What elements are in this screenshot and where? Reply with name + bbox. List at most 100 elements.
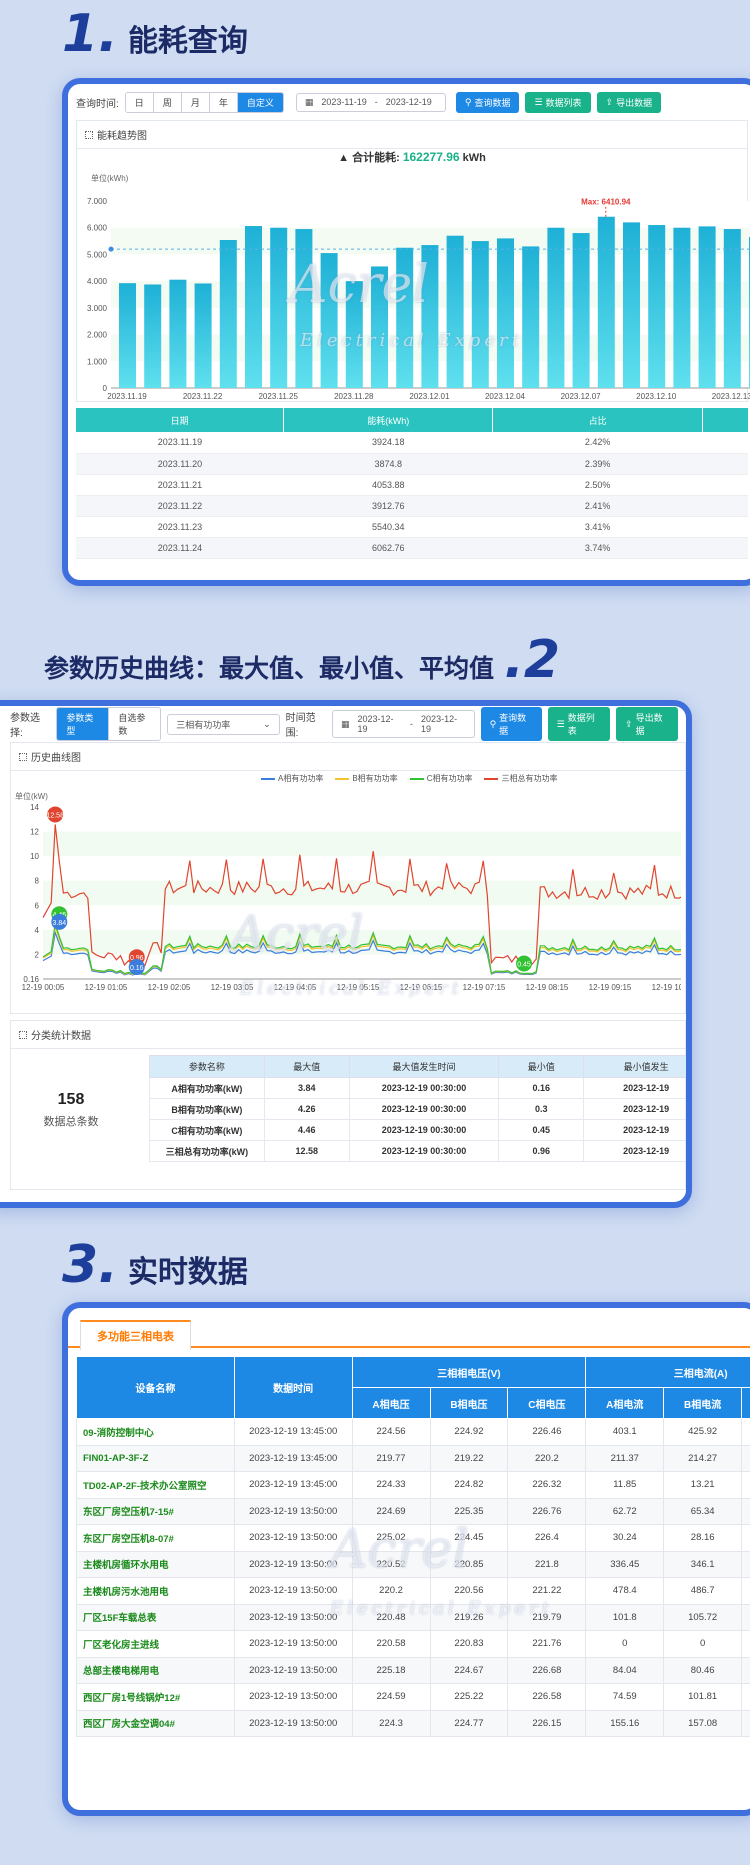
table-cell: 478.4 — [585, 1577, 665, 1605]
table-cell: 西区厂房1号线锅炉12# — [76, 1683, 235, 1711]
y-tick-label: 5.000 — [87, 250, 108, 259]
custom-param-tab[interactable]: 自选参数 — [109, 708, 161, 740]
energy-bar — [194, 283, 212, 388]
realtime-table-row: 东区厂房空压机7-15# 2023-12-19 13:50:00 224.69 225… — [76, 1497, 750, 1525]
table-cell: 220.85 — [429, 1550, 509, 1578]
energy-table-row: 2023.11.22 3912.76 2.41% — [76, 495, 748, 517]
history-legend: A相有功功率 B相有功功率 C相有功功率 三相总有功功率 — [261, 773, 557, 784]
table-cell: 2023-12-19 00:30:00 — [348, 1119, 500, 1141]
table-cell: 主楼机房循环水用电 — [76, 1550, 235, 1578]
energy-bar — [698, 226, 716, 388]
period-week[interactable]: 周 — [153, 92, 182, 112]
table-cell: 09-消防控制中心 — [76, 1418, 235, 1446]
table-cell: 2.39% — [492, 453, 703, 475]
energy-trend-title-text: 能耗趋势图 — [97, 131, 147, 142]
history-list-button[interactable]: ☰ 数据列表 — [547, 707, 611, 741]
col-voltage-group: 三相相电压(V) — [351, 1356, 587, 1388]
table-cell: 西区厂房大金空调04# — [76, 1709, 235, 1737]
table-cell: 220.2 — [351, 1577, 431, 1605]
table-cell: 3.41% — [492, 516, 703, 538]
period-year[interactable]: 年 — [209, 92, 238, 112]
export-button[interactable]: ⇪ 导出数据 — [596, 91, 662, 113]
table-cell: 225.35 — [429, 1497, 509, 1525]
average-marker — [108, 246, 114, 252]
table-cell: 2023-12-19 13:50:00 — [233, 1709, 353, 1737]
table-cell: 30.24 — [585, 1524, 665, 1552]
table-cell: 2023.11.19 — [76, 432, 284, 454]
export-icon: ⇪ — [605, 96, 614, 107]
legend-item[interactable]: 三相总有功功率 — [484, 773, 557, 784]
y-tick-label: 4.000 — [87, 277, 108, 286]
period-day[interactable]: 日 — [125, 92, 154, 112]
table-cell — [702, 432, 748, 454]
table-cell: 2023-12-19 00:30:00 — [348, 1077, 500, 1099]
legend-item[interactable]: C相有功功率 — [409, 773, 472, 784]
table-cell: 2.50% — [492, 474, 703, 496]
table-cell: 11.85 — [585, 1471, 665, 1499]
table-cell: 3.74% — [492, 537, 703, 559]
pin-label: 12.58 — [46, 812, 64, 819]
export-icon: ⇪ — [625, 718, 633, 729]
table-cell — [741, 1550, 750, 1578]
realtime-table-row: 总部主楼电梯用电 2023-12-19 13:50:00 225.18 224.67 2… — [76, 1656, 750, 1684]
date-end: 2023-12-19 — [385, 97, 432, 107]
table-cell: 2.42% — [492, 432, 703, 454]
chart-icon: ▲ — [338, 152, 350, 164]
stats-title: 分类统计数据 — [11, 1021, 685, 1049]
realtime-table-row: 东区厂房空压机8-07# 2023-12-19 13:50:00 225.02 224… — [76, 1524, 750, 1552]
data-count-value: 158 — [57, 1091, 85, 1108]
table-cell: 219.77 — [351, 1444, 431, 1472]
energy-bar — [597, 216, 615, 388]
energy-bar — [623, 222, 640, 388]
table-cell: 0.45 — [498, 1119, 585, 1141]
grid-icon — [19, 1030, 27, 1039]
table-cell: 224.59 — [351, 1683, 431, 1711]
history-query-button[interactable]: ⚲ 查询数据 — [480, 707, 542, 741]
grid-band — [43, 856, 681, 881]
history-export-button[interactable]: ⇪ 导出数据 — [616, 707, 678, 741]
legend-item[interactable]: A相有功功率 — [261, 773, 323, 784]
stats-col-min-time: 最小值发生 — [583, 1055, 686, 1078]
energy-table: 日期 能耗(kWh) 占比 2023.11.19 3924.18 2.42% 2023… — [76, 408, 748, 559]
table-cell: 220.83 — [429, 1630, 509, 1658]
data-list-button[interactable]: ☰ 数据列表 — [525, 91, 591, 113]
param-type-selector: 参数类型 自选参数 — [56, 707, 162, 741]
query-button-label: 查询数据 — [474, 97, 511, 108]
energy-bar — [345, 281, 363, 388]
param-select[interactable]: 三相有功功率 ⌄ — [167, 713, 280, 735]
table-cell: 221.8 — [507, 1550, 587, 1578]
x-tick-label: 2023.11.19 — [107, 392, 147, 401]
table-cell: 221.76 — [507, 1630, 587, 1658]
legend-item[interactable]: B相有功功率 — [335, 773, 398, 784]
table-cell: 157.08 — [663, 1709, 743, 1737]
query-button[interactable]: ⚲ 查询数据 — [455, 91, 520, 113]
table-cell: 220.2 — [507, 1444, 587, 1472]
table-cell: 224.69 — [351, 1497, 431, 1525]
stats-table-row: B相有功功率(kW) 4.26 2023-12-19 00:30:00 0.3 2023… — [149, 1098, 686, 1120]
table-cell — [741, 1656, 750, 1684]
x-tick-label: 2023.11.28 — [334, 392, 374, 401]
param-type-tab[interactable]: 参数类型 — [57, 708, 110, 740]
y-tick-label: 12 — [30, 828, 39, 837]
period-custom[interactable]: 自定义 — [237, 92, 283, 112]
y-tick-label: 2 — [35, 950, 40, 959]
y-tick-label: 14 — [30, 803, 39, 812]
tab-multifunction-meter[interactable]: 多功能三相电表 — [80, 1320, 191, 1350]
table-cell: 224.67 — [429, 1656, 509, 1684]
pin-label: 0.16 — [130, 965, 144, 972]
x-tick-label: 2023.12.13 — [712, 392, 750, 401]
date-range-picker[interactable]: ▦ 2023-11-19 - 2023-12-19 — [295, 92, 446, 112]
table-cell: 东区厂房空压机8-07# — [76, 1524, 235, 1552]
table-cell: 224.56 — [351, 1418, 431, 1446]
x-tick-label: 2023.12.10 — [636, 392, 677, 401]
realtime-tabs: 多功能三相电表 — [68, 1308, 750, 1350]
x-tick-label: 12-19 00:05 — [22, 983, 65, 992]
history-curve-title-text: 历史曲线图 — [31, 753, 81, 764]
stats-table-header: 参数名称 最大值 最大值发生时间 最小值 最小值发生 — [149, 1055, 686, 1078]
section3-number: 3. — [62, 1235, 118, 1295]
period-month[interactable]: 月 — [181, 92, 210, 112]
table-cell: 0.3 — [498, 1098, 585, 1120]
table-cell — [741, 1524, 750, 1552]
table-cell: 2023.11.20 — [76, 453, 284, 475]
history-date-range[interactable]: ▦ 2023-12-19 - 2023-12-19 — [332, 710, 475, 738]
